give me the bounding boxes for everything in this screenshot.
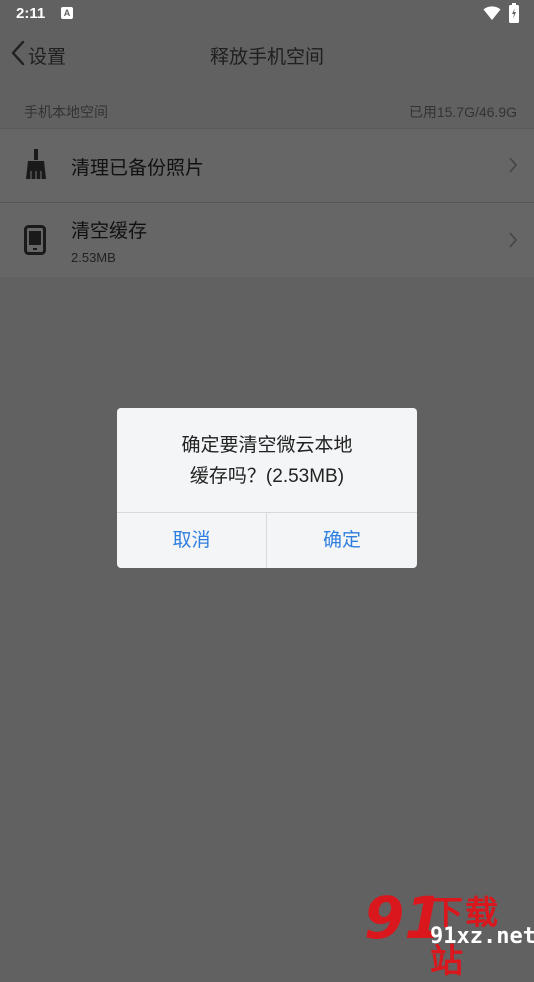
section-label: 手机本地空间 (24, 104, 108, 120)
top-bar: 设置 释放手机空间 (0, 28, 534, 82)
watermark-url: 91xz.net (430, 924, 534, 949)
confirm-dialog: 确定要清空微云本地 缓存吗？(2.53MB) 取消 确定 (117, 408, 417, 568)
phone-icon (24, 225, 46, 260)
wifi-icon (483, 5, 501, 25)
dialog-message: 确定要清空微云本地 缓存吗？(2.53MB) (117, 430, 417, 492)
broom-icon (24, 149, 48, 186)
dialog-message-line2: 缓存吗？(2.53MB) (189, 466, 345, 487)
list-item-clean-backed-up-photos[interactable]: 清理已备份照片 (0, 128, 534, 202)
chevron-right-icon (508, 231, 518, 254)
battery-icon (509, 3, 519, 27)
notification-icon: A (61, 7, 73, 19)
list-item-label: 清理已备份照片 (71, 158, 205, 179)
storage-usage: 已用15.7G/46.9G (408, 104, 517, 120)
chevron-right-icon (508, 156, 518, 179)
confirm-button[interactable]: 确定 (267, 513, 417, 568)
list-item-label: 清空缓存 (71, 221, 148, 242)
section-header: 手机本地空间 已用15.7G/46.9G (0, 92, 534, 128)
watermark: 91 下载站 91xz.net (362, 884, 534, 979)
svg-text:91: 91 (364, 884, 434, 950)
status-time: 2:11 (16, 5, 46, 22)
page-title: 释放手机空间 (209, 47, 324, 68)
watermark-logo-icon: 91 (364, 884, 434, 950)
dialog-message-line1: 确定要清空微云本地 (181, 435, 353, 456)
cache-size: 2.53MB (71, 250, 116, 265)
status-bar: 2:11 A (0, 0, 534, 28)
list-item-clear-cache[interactable]: 清空缓存 2.53MB (0, 202, 534, 277)
cancel-button[interactable]: 取消 (117, 513, 266, 568)
